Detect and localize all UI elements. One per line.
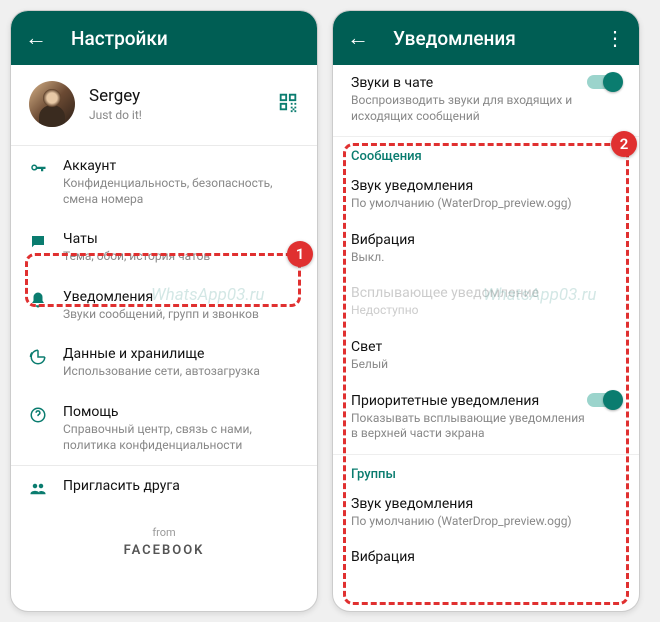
screen-title: Уведомления — [393, 27, 605, 50]
setting-label: Приоритетные уведомления — [351, 393, 587, 409]
toggle-priority[interactable] — [587, 393, 621, 407]
footer-from: from FACEBOOK — [11, 526, 317, 558]
item-sub: Конфиденциальность, безопасность, смена … — [63, 176, 299, 207]
settings-item-notifications[interactable]: Уведомления Звуки сообщений, групп и зво… — [11, 277, 317, 335]
settings-item-account[interactable]: Аккаунт Конфиденциальность, безопасность… — [11, 146, 317, 219]
chat-icon — [29, 231, 63, 255]
setting-label: Звуки в чате — [351, 75, 587, 91]
setting-msg-popup: Всплывающее уведомление Недоступно — [333, 275, 639, 329]
screen-title: Настройки — [71, 27, 303, 50]
back-icon[interactable]: ← — [347, 25, 369, 51]
section-groups: Группы — [333, 457, 639, 486]
item-label: Данные и хранилище — [63, 346, 299, 362]
help-icon — [29, 404, 63, 428]
settings-item-data[interactable]: Данные и хранилище Использование сети, а… — [11, 334, 317, 392]
setting-label: Всплывающее уведомление — [351, 285, 621, 301]
setting-grp-vibrate[interactable]: Вибрация — [333, 539, 639, 575]
item-sub: Тема, обои, история чатов — [63, 249, 299, 265]
back-icon[interactable]: ← — [25, 25, 47, 51]
setting-sub: Белый — [351, 357, 621, 373]
setting-label: Свет — [351, 339, 621, 355]
settings-item-invite[interactable]: Пригласить друга — [11, 466, 317, 514]
profile-status: Just do it! — [89, 108, 142, 122]
avatar — [29, 81, 75, 127]
setting-sub: Воспроизводить звуки для входящих и исхо… — [351, 93, 587, 124]
appbar: ← Уведомления ⋮ — [333, 11, 639, 65]
key-icon — [29, 158, 63, 182]
item-label: Помощь — [63, 404, 299, 420]
qr-icon[interactable] — [277, 91, 299, 117]
setting-msg-light[interactable]: Свет Белый — [333, 329, 639, 383]
profile-name: Sergey — [89, 86, 142, 106]
item-label: Пригласить друга — [63, 478, 299, 494]
profile-row[interactable]: Sergey Just do it! — [11, 65, 317, 145]
bell-icon — [29, 289, 63, 313]
setting-label: Вибрация — [351, 232, 621, 248]
more-icon[interactable]: ⋮ — [605, 26, 625, 50]
from-text: from — [11, 526, 317, 539]
data-icon — [29, 346, 63, 370]
settings-item-help[interactable]: Помощь Справочный центр, связь с нами, п… — [11, 392, 317, 465]
item-sub: Звуки сообщений, групп и звонков — [63, 307, 299, 323]
setting-sub: Выкл. — [351, 250, 621, 266]
section-messages: Сообщения — [333, 139, 639, 168]
appbar: ← Настройки — [11, 11, 317, 65]
setting-label: Звук уведомления — [351, 496, 621, 512]
setting-sub: По умолчанию (WaterDrop_preview.ogg) — [351, 514, 621, 530]
people-icon — [29, 478, 63, 502]
setting-msg-sound[interactable]: Звук уведомления По умолчанию (WaterDrop… — [333, 168, 639, 222]
settings-screen: ← Настройки Sergey Just do it! Аккаунт К… — [10, 10, 318, 612]
setting-chat-sounds[interactable]: Звуки в чате Воспроизводить звуки для вх… — [333, 65, 639, 134]
item-label: Уведомления — [63, 289, 299, 305]
setting-msg-priority[interactable]: Приоритетные уведомления Показывать вспл… — [333, 383, 639, 452]
setting-msg-vibrate[interactable]: Вибрация Выкл. — [333, 222, 639, 276]
toggle-chat-sounds[interactable] — [587, 75, 621, 89]
item-label: Аккаунт — [63, 158, 299, 174]
notifications-screen: ← Уведомления ⋮ Звуки в чате Воспроизвод… — [332, 10, 640, 612]
setting-sub: Показывать всплывающие уведомления в вер… — [351, 411, 587, 442]
item-sub: Справочный центр, связь с нами, политика… — [63, 422, 299, 453]
setting-sub: По умолчанию (WaterDrop_preview.ogg) — [351, 196, 621, 212]
setting-sub: Недоступно — [351, 303, 621, 319]
setting-grp-sound[interactable]: Звук уведомления По умолчанию (WaterDrop… — [333, 486, 639, 540]
item-sub: Использование сети, автозагрузка — [63, 364, 299, 380]
setting-label: Звук уведомления — [351, 178, 621, 194]
setting-label: Вибрация — [351, 549, 621, 565]
item-label: Чаты — [63, 231, 299, 247]
brand-text: FACEBOOK — [11, 543, 317, 558]
settings-item-chats[interactable]: Чаты Тема, обои, история чатов — [11, 219, 317, 277]
